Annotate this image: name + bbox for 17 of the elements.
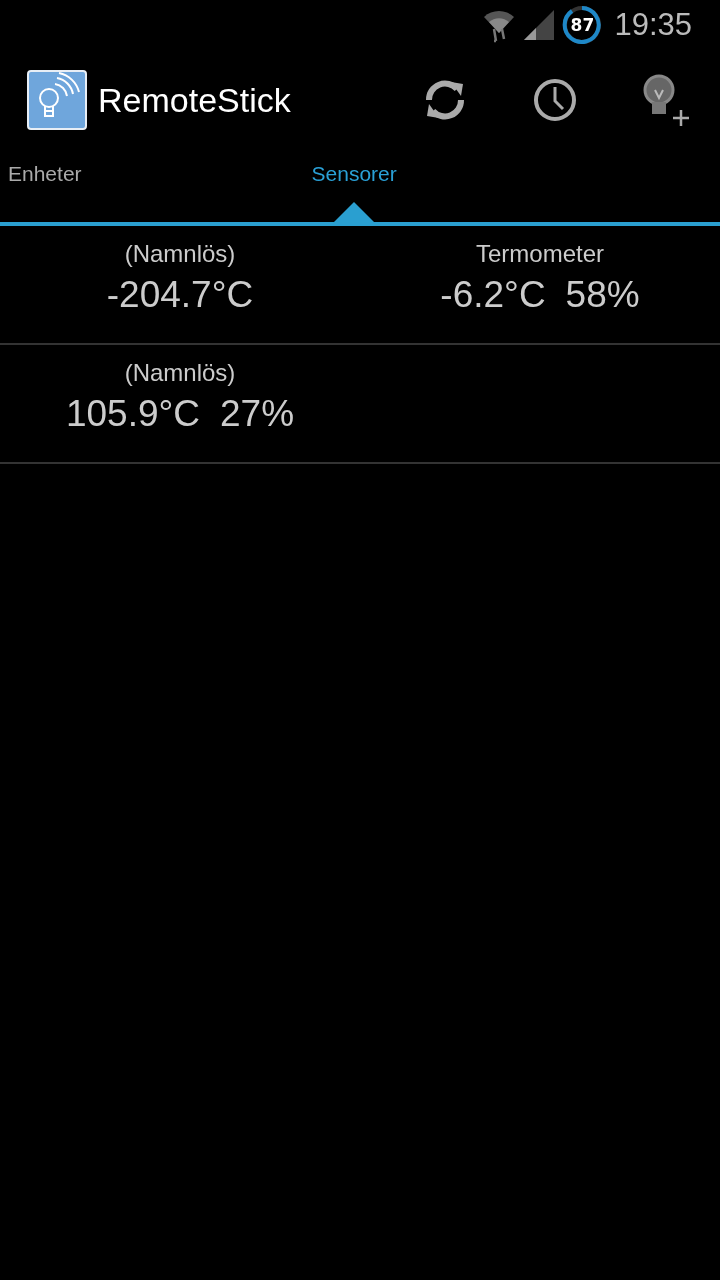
app-title: RemoteStick — [98, 80, 291, 120]
clock-time: 19:35 — [614, 7, 692, 43]
clock-icon — [532, 77, 578, 123]
sensor-reading: 58% — [565, 274, 640, 316]
sensor-name: (Namnlös) — [124, 359, 236, 387]
sensor-reading: 27% — [220, 393, 295, 435]
sensor-name: Termometer — [476, 240, 604, 268]
tab[interactable]: Sensorer — [311, 150, 397, 222]
sensor-reading: -6.2°C — [440, 274, 546, 316]
tab[interactable]: Enheter — [8, 150, 82, 222]
battery-indicator: 87 — [562, 5, 603, 45]
app-logo-icon[interactable] — [27, 70, 87, 130]
sensor-reading: 105.9°C — [65, 393, 200, 435]
signal-icon — [522, 10, 557, 40]
sensor-reading: -204.7°C — [106, 274, 254, 316]
sensor-name: (Namnlös) — [124, 240, 236, 268]
selection-indicator-icon — [334, 202, 375, 222]
